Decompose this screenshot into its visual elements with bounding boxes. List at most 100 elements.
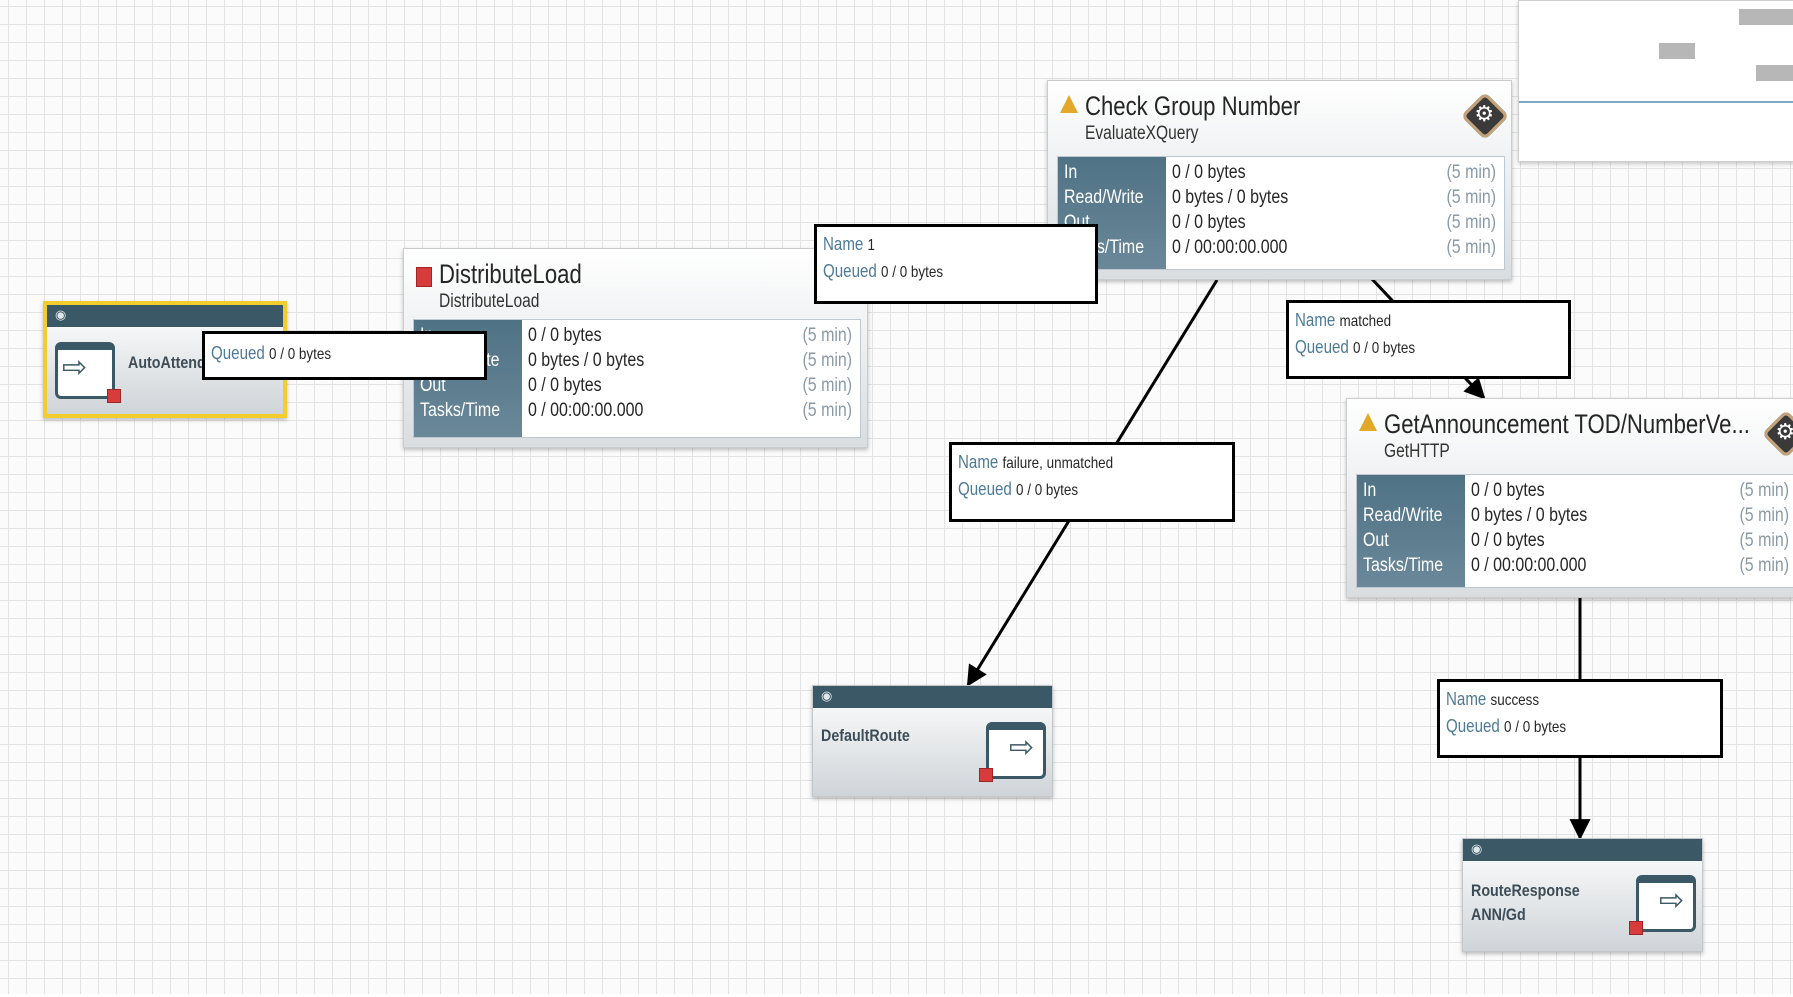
stats-values: (5 min) (5 min) (5 min) (5 min) 0 / 0 by… — [1465, 475, 1793, 587]
stat-window: (5 min) — [802, 350, 852, 371]
name-key: Name — [958, 452, 999, 472]
processor-check-group-number[interactable]: Check Group Number EvaluateXQuery In Rea… — [1047, 80, 1512, 280]
connection-label-check-getann[interactable]: Name matched Queued 0 / 0 bytes — [1286, 300, 1571, 379]
queued-row: Queued 0 / 0 bytes — [1446, 713, 1671, 740]
stat-value-out: 0 / 0 bytes — [1471, 530, 1545, 551]
processor-bundle-icon — [1761, 409, 1793, 459]
stat-value-in: 0 / 0 bytes — [528, 325, 602, 346]
stopped-state-icon — [107, 389, 121, 403]
connection-label-check-default[interactable]: Name failure, unmatched Queued 0 / 0 byt… — [949, 442, 1235, 522]
queued-value: 0 / 0 bytes — [269, 346, 332, 363]
processor-title: DistributeLoad — [439, 259, 582, 289]
port-routeresponse[interactable]: ◉ RouteResponse ANN/Gd ⇨ — [1462, 838, 1703, 952]
stats-values: (5 min) (5 min) (5 min) (5 min) 0 / 0 by… — [1166, 157, 1504, 269]
stats-values: (5 min) (5 min) (5 min) (5 min) 0 / 0 by… — [522, 320, 860, 437]
stat-label-in: In — [1064, 162, 1078, 183]
stat-window: (5 min) — [802, 375, 852, 396]
name-row: Name matched — [1295, 307, 1519, 334]
stat-label-tasks: Tasks/Time — [1363, 555, 1444, 576]
stats-labels: In Read/Write Out Tasks/Time — [1357, 475, 1465, 587]
name-key: Name — [1295, 310, 1336, 330]
port-name: AutoAttend — [128, 353, 206, 372]
stat-value-in: 0 / 0 bytes — [1172, 162, 1246, 183]
processor-stats: In Read/Write Out Tasks/Time (5 min) (5 … — [1356, 474, 1793, 588]
port-defaultroute[interactable]: ◉ DefaultRoute ⇨ — [812, 685, 1053, 797]
queued-key: Queued — [958, 479, 1012, 499]
queued-key: Queued — [823, 261, 877, 281]
queued-row: Queued 0 / 0 bytes — [823, 258, 1046, 285]
flow-canvas[interactable]: ◉ ⇨ AutoAttend DistributeLoad Distribute… — [0, 0, 1793, 997]
remote-port-icon: ◉ — [821, 688, 833, 703]
queued-value: 0 / 0 bytes — [1016, 482, 1079, 499]
processor-type: EvaluateXQuery — [1085, 123, 1199, 144]
processor-header: DistributeLoad DistributeLoad — [404, 249, 867, 319]
name-key: Name — [1446, 689, 1487, 709]
stat-window: (5 min) — [1446, 162, 1496, 183]
stat-value-tasks: 0 / 00:00:00.000 — [1471, 555, 1587, 576]
stat-value-out: 0 / 0 bytes — [528, 375, 602, 396]
connection-label-distribute-check[interactable]: Name 1 Queued 0 / 0 bytes — [814, 224, 1098, 304]
stopped-state-icon — [1629, 921, 1643, 935]
stat-window: (5 min) — [1446, 237, 1496, 258]
stat-label-tasks: Tasks/Time — [420, 400, 501, 421]
warning-icon — [1359, 413, 1377, 431]
queued-key: Queued — [1446, 716, 1500, 736]
stat-window: (5 min) — [1446, 212, 1496, 233]
stat-window: (5 min) — [1739, 530, 1789, 551]
queued-value: 0 / 0 bytes — [1353, 340, 1416, 357]
queued-row: Queued 0 / 0 bytes — [211, 340, 435, 367]
port-name: DefaultRoute — [821, 726, 910, 745]
stat-window: (5 min) — [1739, 505, 1789, 526]
processor-header: Check Group Number EvaluateXQuery — [1048, 81, 1511, 151]
stat-window: (5 min) — [1739, 555, 1789, 576]
queued-key: Queued — [1295, 337, 1349, 357]
stat-value-tasks: 0 / 00:00:00.000 — [1172, 237, 1288, 258]
stat-value-readwrite: 0 bytes / 0 bytes — [528, 350, 645, 371]
processor-title: GetAnnouncement TOD/NumberVe... — [1384, 409, 1750, 439]
remote-port-icon: ◉ — [55, 307, 67, 322]
input-port-icon: ⇨ — [55, 342, 115, 399]
port-name: RouteResponse — [1471, 881, 1580, 900]
processor-getannouncement[interactable]: GetAnnouncement TOD/NumberVe... GetHTTP … — [1346, 398, 1793, 598]
stat-window: (5 min) — [1446, 187, 1496, 208]
stopped-state-icon — [416, 267, 432, 287]
stat-label-in: In — [1363, 480, 1377, 501]
output-port-icon: ⇨ — [1636, 875, 1696, 932]
processor-type: DistributeLoad — [439, 291, 540, 312]
stat-label-readwrite: Read/Write — [1363, 505, 1443, 526]
name-value: success — [1490, 692, 1540, 709]
name-value: matched — [1339, 313, 1392, 330]
connection-label-getann-route[interactable]: Name success Queued 0 / 0 bytes — [1437, 679, 1723, 758]
processor-bundle-icon — [1460, 91, 1510, 141]
name-value: 1 — [867, 237, 876, 254]
name-row: Name success — [1446, 686, 1671, 713]
stat-window: (5 min) — [1739, 480, 1789, 501]
remote-port-icon: ◉ — [1471, 841, 1483, 856]
processor-header: GetAnnouncement TOD/NumberVe... GetHTTP — [1347, 399, 1793, 469]
name-value: failure, unmatched — [1002, 455, 1114, 472]
queued-key: Queued — [211, 343, 265, 363]
queued-row: Queued 0 / 0 bytes — [1295, 334, 1519, 361]
queued-value: 0 / 0 bytes — [881, 264, 944, 281]
stat-value-tasks: 0 / 00:00:00.000 — [528, 400, 644, 421]
stopped-state-icon — [979, 768, 993, 782]
processor-stats: In Read/Write Out Tasks/Time (5 min) (5 … — [1057, 156, 1505, 270]
stat-value-readwrite: 0 bytes / 0 bytes — [1172, 187, 1289, 208]
processor-title: Check Group Number — [1085, 91, 1301, 121]
port-header: ◉ — [1463, 839, 1702, 861]
port-name-line2: ANN/Gd — [1471, 905, 1526, 924]
queued-value: 0 / 0 bytes — [1504, 719, 1567, 736]
stat-value-in: 0 / 0 bytes — [1471, 480, 1545, 501]
name-key: Name — [823, 234, 864, 254]
processor-type: GetHTTP — [1384, 441, 1450, 462]
port-header: ◉ — [813, 686, 1052, 708]
stat-label-readwrite: Read/Write — [1064, 187, 1144, 208]
warning-icon — [1060, 95, 1078, 113]
name-row: Name 1 — [823, 231, 1046, 258]
stat-value-readwrite: 0 bytes / 0 bytes — [1471, 505, 1588, 526]
connection-label-auto-distribute[interactable]: Queued 0 / 0 bytes — [202, 331, 487, 380]
stat-window: (5 min) — [802, 325, 852, 346]
stat-value-out: 0 / 0 bytes — [1172, 212, 1246, 233]
stat-label-out: Out — [1363, 530, 1389, 551]
output-port-icon: ⇨ — [986, 722, 1046, 779]
